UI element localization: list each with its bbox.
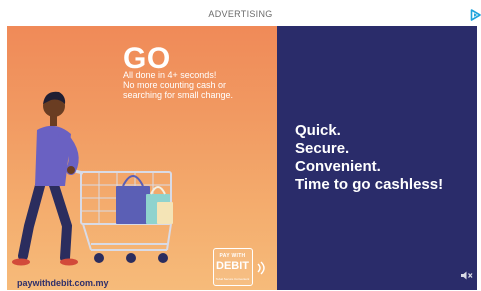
logo-main-text: DEBIT: [216, 260, 249, 272]
speaker-muted-icon[interactable]: [460, 270, 473, 281]
ad-website-url[interactable]: paywithdebit.com.my: [17, 278, 109, 288]
pay-with-debit-logo: PAY WITH DEBIT Tebal Secure Convenient: [213, 248, 253, 286]
ad-banner[interactable]: GO All done in 4+ seconds! No more count…: [7, 26, 477, 290]
ad-tagline-line: Quick.: [295, 122, 341, 139]
contactless-waves-icon: [257, 261, 265, 275]
ad-right-panel: Quick. Secure. Convenient. Time to go ca…: [277, 26, 477, 290]
ad-tagline-line: Convenient.: [295, 158, 381, 175]
ad-subtext-line: searching for small change.: [123, 90, 234, 100]
ad-header: ADVERTISING: [0, 0, 481, 22]
ad-subtext-line: No more counting cash or: [123, 80, 227, 90]
logo-tag-text: Tebal Secure Convenient: [215, 277, 250, 281]
ad-subtext-line: All done in 4+ seconds!: [123, 70, 217, 80]
ad-tagline-line: Time to go cashless!: [295, 176, 444, 193]
ad-tagline-line: Secure.: [295, 140, 350, 157]
logo-top-text: PAY WITH: [219, 253, 246, 259]
advertising-label: ADVERTISING: [208, 9, 273, 19]
ad-left-panel: GO All done in 4+ seconds! No more count…: [7, 26, 277, 290]
adchoices-icon[interactable]: [470, 9, 481, 21]
